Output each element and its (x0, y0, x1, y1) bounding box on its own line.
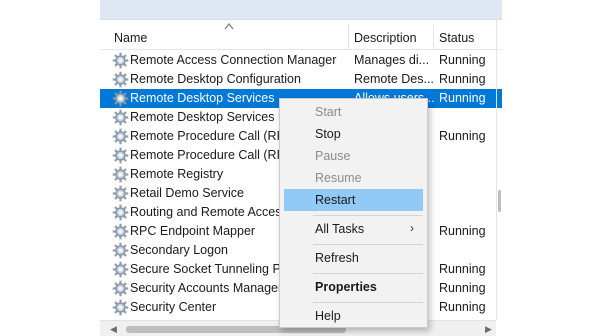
gear-icon (112, 128, 129, 145)
column-header-bar: Name Description Status (100, 20, 502, 50)
list-right-border (496, 20, 497, 320)
gear-icon (112, 52, 129, 69)
service-status: Running (439, 72, 486, 86)
service-status: Running (439, 53, 486, 67)
column-divider[interactable] (348, 24, 349, 50)
gear-icon (112, 109, 129, 126)
menu-separator (313, 302, 423, 303)
service-status: Running (439, 300, 486, 314)
window-top-strip (100, 0, 502, 20)
column-header-description[interactable]: Description (354, 31, 417, 45)
menu-item-label: Pause (315, 149, 351, 163)
service-name: Remote Access Connection Manager (130, 53, 337, 67)
column-divider[interactable] (433, 24, 434, 50)
menu-item-label: Resume (315, 171, 362, 185)
menu-item-stop[interactable]: Stop (284, 123, 423, 145)
scroll-right-icon[interactable]: ▶ (485, 324, 492, 335)
gear-icon (112, 261, 129, 278)
menu-item-refresh[interactable]: Refresh (284, 247, 423, 269)
menu-separator (313, 273, 423, 274)
menu-item-label: Start (315, 105, 342, 119)
table-row[interactable]: Remote Access Connection Manager Manages… (100, 51, 502, 70)
menu-item-label: Stop (315, 127, 341, 141)
column-header-name[interactable]: Name (114, 31, 147, 45)
menu-item-start[interactable]: Start (284, 101, 423, 123)
service-status: Running (439, 262, 486, 276)
gear-icon (112, 185, 129, 202)
service-name: Remote Desktop Configuration (130, 72, 301, 86)
menu-item-resume[interactable]: Resume (284, 167, 423, 189)
menu-item-help[interactable]: Help (284, 305, 423, 327)
menu-item-properties[interactable]: Properties (284, 276, 423, 298)
gear-icon (112, 280, 129, 297)
service-status: Running (439, 224, 486, 238)
column-header-status[interactable]: Status (439, 31, 474, 45)
gear-icon (112, 147, 129, 164)
menu-item-label: Properties (315, 280, 377, 294)
gear-icon (112, 242, 129, 259)
menu-item-all-tasks[interactable]: All Tasks › (284, 218, 423, 240)
gear-icon (112, 299, 129, 316)
sort-ascending-icon (224, 23, 234, 30)
menu-item-label: All Tasks (315, 222, 365, 236)
menu-item-pause[interactable]: Pause (284, 145, 423, 167)
submenu-arrow-icon: › (410, 221, 414, 235)
service-description: Manages di... (354, 53, 430, 67)
menu-separator (313, 244, 423, 245)
menu-item-label: Help (315, 309, 341, 323)
menu-item-restart[interactable]: Restart (284, 189, 423, 211)
menu-item-label: Restart (315, 193, 356, 207)
service-description: Remote Des... (354, 72, 434, 86)
service-status: Running (439, 281, 486, 295)
vertical-scrollbar-thumb[interactable] (498, 190, 501, 212)
menu-item-label: Refresh (315, 251, 359, 265)
table-row[interactable]: Remote Desktop Configuration Remote Des.… (100, 70, 502, 89)
scroll-left-icon[interactable]: ◀ (110, 324, 117, 335)
service-context-menu: Start Stop Pause Resume Restart All Task… (279, 98, 428, 328)
gear-icon (112, 90, 129, 107)
gear-icon (112, 166, 129, 183)
service-status: Running (439, 91, 486, 105)
service-status: Running (439, 129, 486, 143)
gear-icon (112, 204, 129, 221)
gear-icon (112, 223, 129, 240)
gear-icon (112, 71, 129, 88)
menu-separator (313, 215, 423, 216)
